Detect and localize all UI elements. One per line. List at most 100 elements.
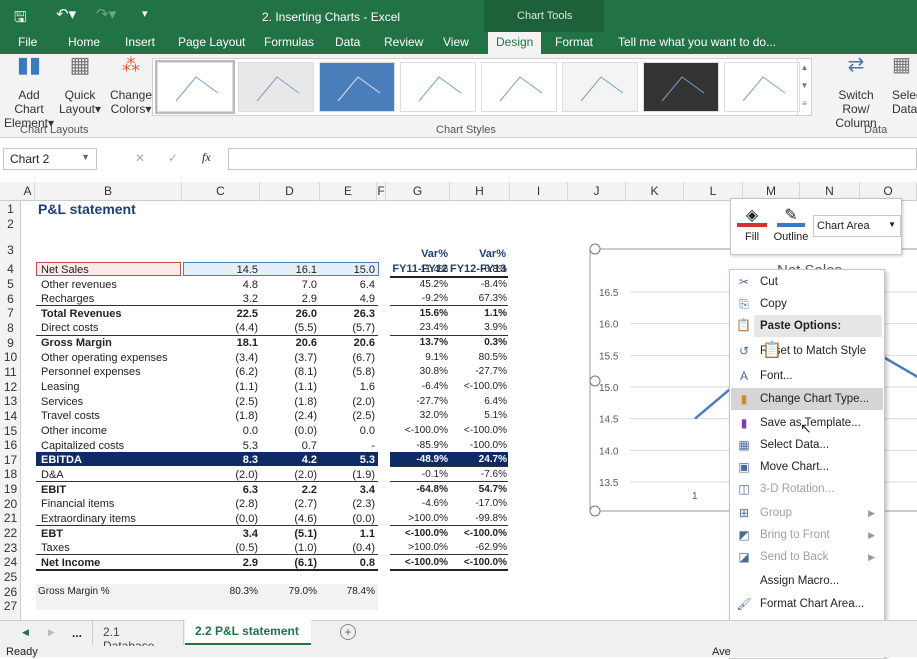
tab-design[interactable]: Design: [488, 32, 542, 54]
row-ebitda-fy11[interactable]: 8.3: [182, 453, 260, 467]
insert-function-button[interactable]: fx: [202, 150, 211, 165]
row-personnel-expenses-fy12[interactable]: (8.1): [260, 365, 317, 379]
row-extraordinary-items-var2[interactable]: -99.8%: [450, 512, 507, 526]
menu-item-format-chart-area[interactable]: 🖌 Format Chart Area...: [731, 593, 883, 615]
change-colors-button[interactable]: ⁂ Change Colors▾: [108, 56, 154, 116]
tab-home[interactable]: Home: [68, 35, 100, 49]
tab-data[interactable]: Data: [335, 35, 360, 49]
row-direct-costs-fy11[interactable]: (4.4): [182, 321, 260, 335]
row-net-sales-var1[interactable]: 11.4%: [386, 263, 448, 277]
gross-margin-pct-fy13[interactable]: 78.4%: [320, 585, 375, 599]
row-ebitda-fy12[interactable]: 4.2: [260, 453, 317, 467]
row-d-a-var1[interactable]: -0.1%: [386, 468, 448, 482]
row-other-income-label[interactable]: Other income: [41, 424, 181, 438]
row-ebitda-label[interactable]: EBITDA: [41, 453, 181, 467]
row-other-income-var2[interactable]: <-100.0%: [450, 424, 507, 438]
row-d-a-fy12[interactable]: (2.0): [260, 468, 317, 482]
row-total-revenues-label[interactable]: Total Revenues: [41, 307, 181, 321]
row-total-revenues-var2[interactable]: 1.1%: [450, 307, 507, 321]
row-other-operating-expenses-label[interactable]: Other operating expenses: [41, 351, 181, 365]
row-recharges-fy11[interactable]: 3.2: [182, 292, 260, 306]
row-services-fy13[interactable]: (2.0): [320, 395, 375, 409]
tab-insert[interactable]: Insert: [125, 35, 155, 49]
cancel-icon[interactable]: ✕: [135, 151, 145, 165]
row-net-sales-fy11[interactable]: 14.5: [182, 263, 260, 277]
tab-page-layout[interactable]: Page Layout: [178, 35, 245, 49]
paste-option-icon[interactable]: 📋: [762, 340, 782, 360]
row-ebt-label[interactable]: EBT: [41, 527, 181, 541]
gross-margin-pct-label[interactable]: Gross Margin %: [38, 585, 178, 599]
row-taxes-label[interactable]: Taxes: [41, 541, 181, 555]
row-taxes-var1[interactable]: >100.0%: [386, 541, 448, 555]
row-d-a-fy13[interactable]: (1.9): [320, 468, 375, 482]
tab-format[interactable]: Format: [555, 35, 593, 49]
menu-item-font[interactable]: A Font...: [731, 365, 883, 387]
row-capitalized-costs-label[interactable]: Capitalized costs: [41, 439, 181, 453]
row-header-23[interactable]: 23: [0, 541, 21, 556]
row-header-13[interactable]: 13: [0, 394, 21, 409]
row-d-a-var2[interactable]: -7.6%: [450, 468, 507, 482]
row-gross-margin-var1[interactable]: 13.7%: [386, 336, 448, 350]
row-header-6[interactable]: 6: [0, 292, 21, 307]
resize-handle[interactable]: [589, 505, 601, 517]
resize-handle[interactable]: [589, 243, 601, 255]
row-other-revenues-fy13[interactable]: 6.4: [320, 278, 375, 292]
row-recharges-fy12[interactable]: 2.9: [260, 292, 317, 306]
add-sheet-button[interactable]: +: [340, 624, 356, 640]
row-personnel-expenses-fy13[interactable]: (5.8): [320, 365, 375, 379]
menu-item-send-to-back[interactable]: ◪ Send to Back ▶: [731, 546, 883, 568]
row-financial-items-fy11[interactable]: (2.8): [182, 497, 260, 511]
row-header-21[interactable]: 21: [0, 511, 21, 526]
enter-icon[interactable]: ✓: [168, 151, 178, 165]
row-travel-costs-fy11[interactable]: (1.8): [182, 409, 260, 423]
column-header-J[interactable]: J: [568, 182, 626, 201]
row-header-7[interactable]: 7: [0, 306, 21, 321]
row-leasing-fy11[interactable]: (1.1): [182, 380, 260, 394]
row-other-operating-expenses-var1[interactable]: 9.1%: [386, 351, 448, 365]
column-header-B[interactable]: B: [35, 182, 182, 201]
scroll-left-icon[interactable]: ◀: [22, 627, 29, 638]
row-direct-costs-label[interactable]: Direct costs: [41, 321, 181, 335]
row-ebt-fy11[interactable]: 3.4: [182, 527, 260, 541]
column-header-A[interactable]: A: [21, 182, 35, 201]
row-taxes-fy13[interactable]: (0.4): [320, 541, 375, 555]
row-header-25[interactable]: 25: [0, 570, 21, 585]
row-services-fy12[interactable]: (1.8): [260, 395, 317, 409]
customize-qat-icon[interactable]: ▾: [142, 7, 148, 20]
tab-formulas[interactable]: Formulas: [264, 35, 314, 49]
menu-item-group[interactable]: ⊞ Group ▶: [731, 502, 883, 524]
row-personnel-expenses-var2[interactable]: -27.7%: [450, 365, 507, 379]
row-header-9[interactable]: 9: [0, 336, 21, 351]
row-net-income-fy12[interactable]: (6.1): [260, 556, 317, 570]
row-ebt-fy13[interactable]: 1.1: [320, 527, 375, 541]
gross-margin-pct-fy11[interactable]: 80.3%: [182, 585, 260, 599]
row-d-a-label[interactable]: D&A: [41, 468, 181, 482]
row-direct-costs-fy12[interactable]: (5.5): [260, 321, 317, 335]
row-recharges-var2[interactable]: 67.3%: [450, 292, 507, 306]
column-header-F[interactable]: F: [377, 182, 386, 201]
row-direct-costs-var2[interactable]: 3.9%: [450, 321, 507, 335]
row-capitalized-costs-fy13[interactable]: -: [320, 439, 375, 453]
row-other-income-var1[interactable]: <-100.0%: [386, 424, 448, 438]
row-ebt-var1[interactable]: <-100.0%: [386, 527, 448, 541]
name-box[interactable]: Chart 2 ▼: [3, 148, 97, 170]
resize-handle[interactable]: [589, 375, 601, 387]
row-recharges-fy13[interactable]: 4.9: [320, 292, 375, 306]
row-financial-items-fy13[interactable]: (2.3): [320, 497, 375, 511]
row-header-11[interactable]: 11: [0, 365, 21, 380]
row-header-17[interactable]: 17: [0, 453, 21, 468]
chart-style-1[interactable]: [155, 60, 235, 114]
row-extraordinary-items-var1[interactable]: >100.0%: [386, 512, 448, 526]
select-data-button[interactable]: ▦SelectData: [892, 55, 917, 116]
chart-element-select[interactable]: Chart Area ▼: [813, 215, 901, 237]
tell-me-search[interactable]: Tell me what you want to do...: [618, 35, 776, 49]
tab-review[interactable]: Review: [384, 35, 423, 49]
row-header-18[interactable]: 18: [0, 467, 21, 482]
row-personnel-expenses-label[interactable]: Personnel expenses: [41, 365, 181, 379]
row-net-income-fy13[interactable]: 0.8: [320, 556, 375, 570]
outline-button[interactable]: ✎ Outline: [771, 205, 811, 243]
row-ebit-fy13[interactable]: 3.4: [320, 483, 375, 497]
tab-file[interactable]: File: [18, 35, 37, 49]
row-header-20[interactable]: 20: [0, 497, 21, 512]
undo-icon[interactable]: ↶▾: [56, 5, 76, 23]
